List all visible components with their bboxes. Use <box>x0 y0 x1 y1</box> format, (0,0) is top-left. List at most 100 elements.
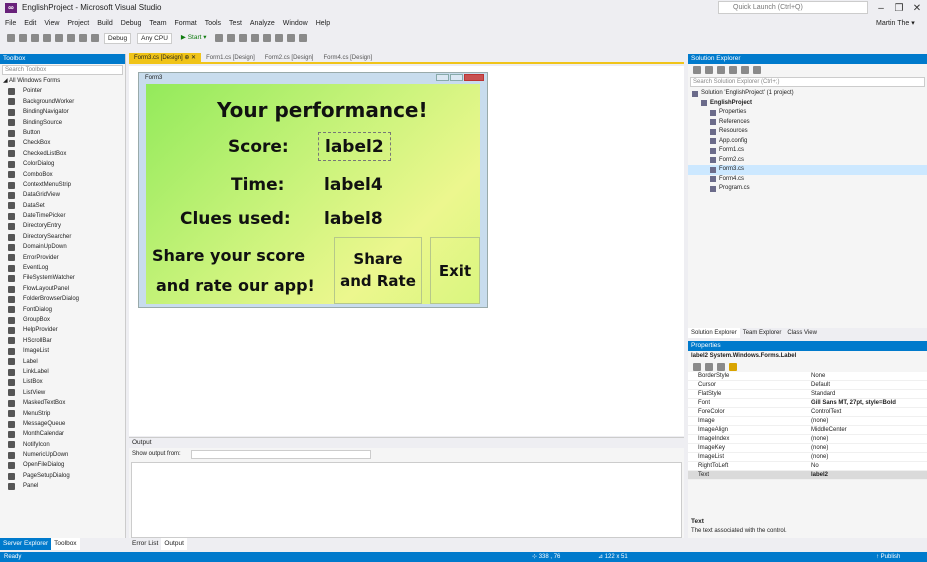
toolbox-item[interactable]: FontDialog <box>0 305 125 315</box>
toolbox-item[interactable]: LinkLabel <box>0 367 125 377</box>
toolbox-item[interactable]: BackgroundWorker <box>0 97 125 107</box>
tab-output[interactable]: Output <box>161 538 187 550</box>
configuration-dropdown[interactable]: Debug <box>104 32 132 44</box>
toolbox-item[interactable]: PageSetupDialog <box>0 471 125 481</box>
toolbox-item[interactable]: NotifyIcon <box>0 440 125 450</box>
toolbox-item[interactable]: Label <box>0 357 125 367</box>
property-row[interactable]: ImageIndex (none) <box>688 435 927 444</box>
redo-icon[interactable] <box>91 34 99 42</box>
toolbox-item[interactable]: FlowLayoutPanel <box>0 284 125 294</box>
property-value[interactable]: Default <box>808 381 927 389</box>
solution-tree-item[interactable]: Form1.cs <box>688 146 927 156</box>
property-value[interactable]: (none) <box>808 444 927 452</box>
menu-tools[interactable]: Tools <box>205 20 221 27</box>
tab-toolbox[interactable]: Toolbox <box>51 538 80 550</box>
property-value[interactable]: (none) <box>808 453 927 461</box>
toolbox-item[interactable]: CheckedListBox <box>0 149 125 159</box>
undo-icon[interactable] <box>79 34 87 42</box>
toolbox-item[interactable]: OpenFileDialog <box>0 460 125 470</box>
solution-tree-item[interactable]: Form3.cs <box>688 165 927 175</box>
solution-tree-item[interactable]: Solution 'EnglishProject' (1 project) <box>688 89 927 99</box>
toolbox-item[interactable]: ListView <box>0 388 125 398</box>
save-icon[interactable] <box>55 34 63 42</box>
property-row[interactable]: Font Gill Sans MT, 27pt, style=Bold <box>688 399 927 408</box>
collapse-icon[interactable] <box>729 65 737 74</box>
toolbox-item[interactable]: BindingNavigator <box>0 107 125 117</box>
property-row[interactable]: ImageKey (none) <box>688 444 927 453</box>
toolbox-item[interactable]: ListBox <box>0 377 125 387</box>
new-project-icon[interactable] <box>31 34 39 42</box>
property-value[interactable]: No <box>808 462 927 470</box>
property-row[interactable]: FlatStyle Standard <box>688 390 927 399</box>
menu-test[interactable]: Test <box>229 20 242 27</box>
property-value[interactable]: Standard <box>808 390 927 398</box>
toolbox-item[interactable]: ColorDialog <box>0 159 125 169</box>
tab-team-explorer[interactable]: Team Explorer <box>740 328 785 338</box>
solution-search-input[interactable]: Search Solution Explorer (Ctrl+;) <box>690 77 925 87</box>
home-icon[interactable] <box>693 65 701 74</box>
property-row[interactable]: Image (none) <box>688 417 927 426</box>
menu-window[interactable]: Window <box>283 20 308 27</box>
tab-form2-design[interactable]: Form2.cs [Design] <box>260 53 319 63</box>
menu-edit[interactable]: Edit <box>24 20 36 27</box>
property-row[interactable]: ForeColor ControlText <box>688 408 927 417</box>
toolbox-item[interactable]: Button <box>0 128 125 138</box>
solution-tree-item[interactable]: Program.cs <box>688 184 927 194</box>
open-icon[interactable] <box>43 34 51 42</box>
sync-icon[interactable] <box>705 65 713 74</box>
properties-object-selector[interactable]: label2 System.Windows.Forms.Label <box>688 351 927 362</box>
toolbox-item[interactable]: DirectoryEntry <box>0 221 125 231</box>
toolbox-item[interactable]: MaskedTextBox <box>0 398 125 408</box>
toolbox-item[interactable]: ImageList <box>0 346 125 356</box>
score-value-label[interactable]: label2 <box>318 132 391 161</box>
menu-view[interactable]: View <box>44 20 59 27</box>
refresh-icon[interactable] <box>717 65 725 74</box>
menu-debug[interactable]: Debug <box>121 20 142 27</box>
tab-form4-design[interactable]: Form4.cs [Design] <box>318 53 377 63</box>
same-size-icon[interactable] <box>286 34 295 42</box>
menu-help[interactable]: Help <box>316 20 330 27</box>
tab-server-explorer[interactable]: Server Explorer <box>0 538 52 550</box>
toolbox-item[interactable]: CheckBox <box>0 138 125 148</box>
toolbox-item[interactable]: Panel <box>0 481 125 491</box>
toolbox-item[interactable]: DataSet <box>0 201 125 211</box>
toolbox-item[interactable]: DomainUpDown <box>0 242 125 252</box>
tab-class-view[interactable]: Class View <box>784 328 820 338</box>
menu-project[interactable]: Project <box>67 20 89 27</box>
view-code-icon[interactable] <box>753 65 761 74</box>
toolbox-item[interactable]: NumericUpDown <box>0 450 125 460</box>
toolbox-item[interactable]: ContextMenuStrip <box>0 180 125 190</box>
toolbox-item[interactable]: EventLog <box>0 263 125 273</box>
align-center-icon[interactable] <box>226 34 235 42</box>
toolbox-item[interactable]: ComboBox <box>0 170 125 180</box>
properties-view-icon[interactable] <box>717 363 725 371</box>
property-row[interactable]: Cursor Default <box>688 381 927 390</box>
platform-dropdown[interactable]: Any CPU <box>137 32 172 44</box>
toolbox-item[interactable]: BindingSource <box>0 118 125 128</box>
toolbox-item[interactable]: Pointer <box>0 86 125 96</box>
tab-form3-design[interactable]: Form3.cs [Design] ⊕ ✕ <box>129 53 202 63</box>
output-text-area[interactable] <box>131 462 682 538</box>
property-value[interactable]: ControlText <box>808 408 927 416</box>
solution-tree-item[interactable]: Form4.cs <box>688 175 927 185</box>
forward-icon[interactable] <box>19 34 27 42</box>
share-prompt-line2[interactable]: and rate our app! <box>156 276 315 295</box>
minimize-icon[interactable]: – <box>872 3 890 14</box>
align-left-icon[interactable] <box>214 34 223 42</box>
properties-icon[interactable] <box>741 65 749 74</box>
property-row[interactable]: ImageAlign MiddleCenter <box>688 426 927 435</box>
align-middle-icon[interactable] <box>262 34 271 42</box>
menu-format[interactable]: Format <box>175 20 197 27</box>
performance-heading[interactable]: Your performance! <box>217 98 428 122</box>
score-label[interactable]: Score: <box>228 137 289 157</box>
property-value[interactable]: (none) <box>808 435 927 443</box>
toolbox-item[interactable]: DataGridView <box>0 190 125 200</box>
solution-tree-item[interactable]: App.config <box>688 137 927 147</box>
clues-label[interactable]: Clues used: <box>180 209 291 229</box>
save-all-icon[interactable] <box>67 34 75 42</box>
toolbox-item[interactable]: MessageQueue <box>0 419 125 429</box>
property-row[interactable]: BorderStyle None <box>688 372 927 381</box>
align-right-icon[interactable] <box>238 34 247 42</box>
time-label[interactable]: Time: <box>231 175 284 195</box>
solution-tree-item[interactable]: Resources <box>688 127 927 137</box>
